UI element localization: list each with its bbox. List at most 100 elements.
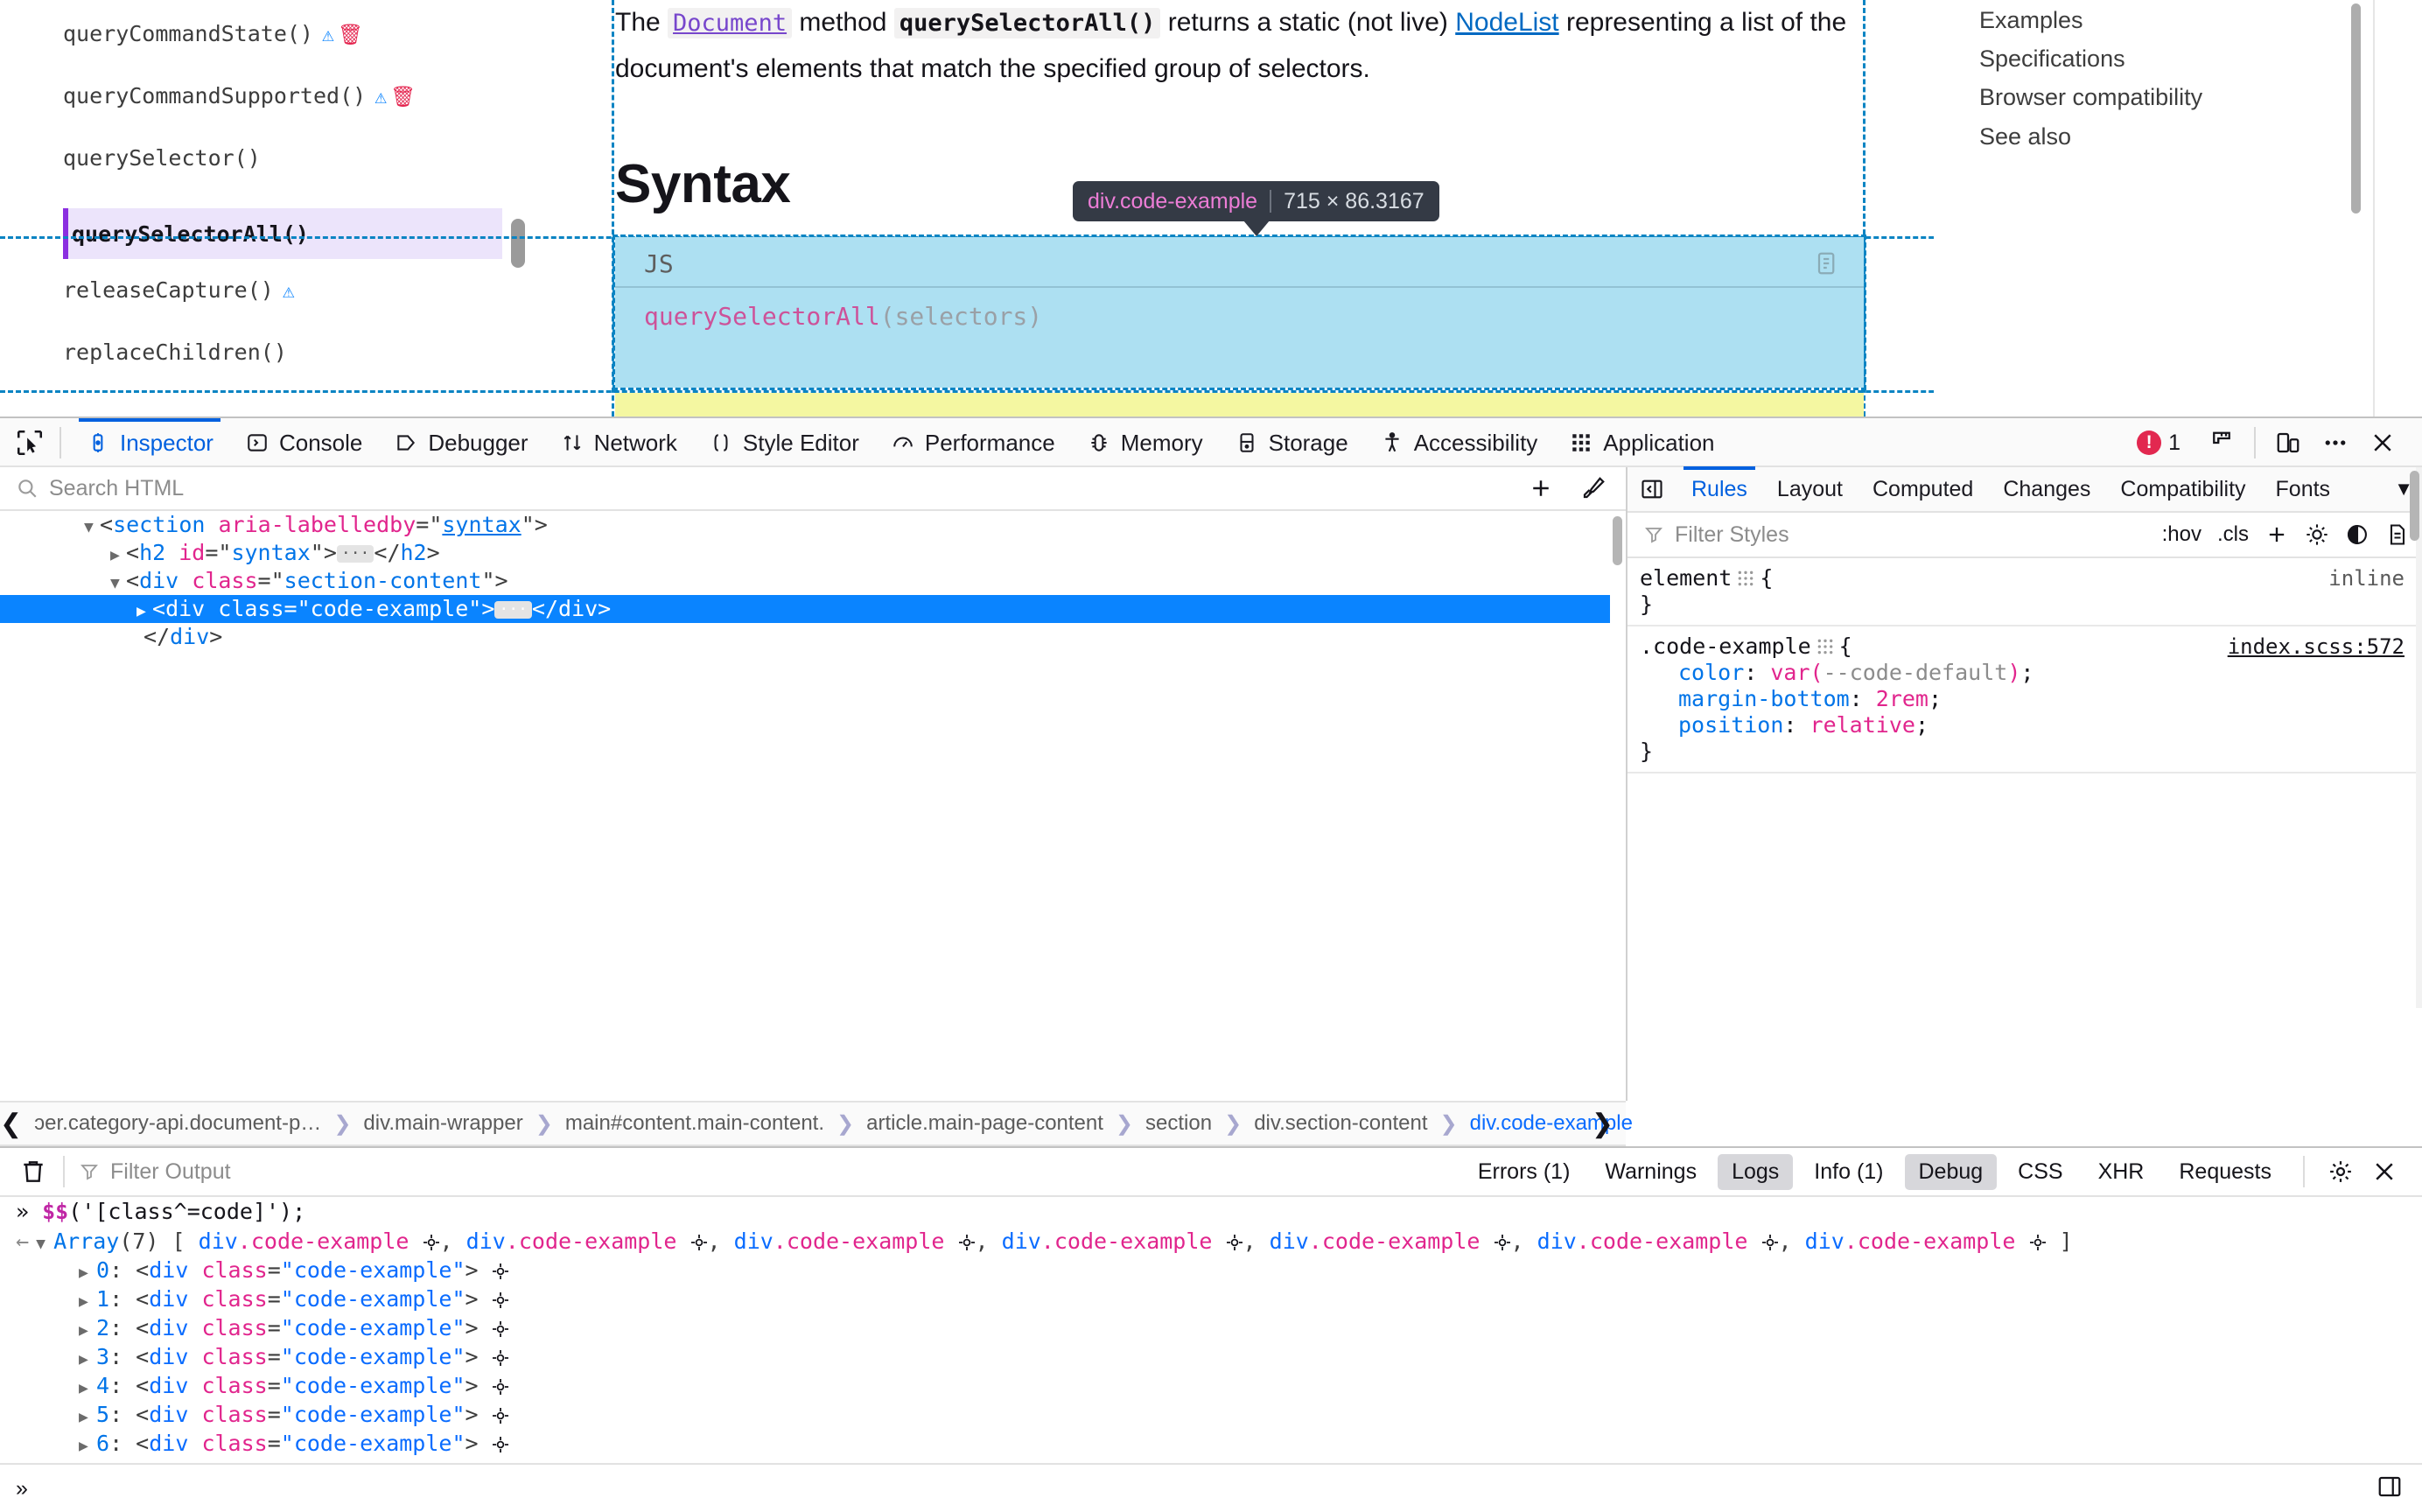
breadcrumb-item[interactable]: main#content.main-content. [553, 1111, 836, 1136]
console-filter-xhr[interactable]: XHR [2084, 1154, 2159, 1190]
markup-node[interactable]: ▶ <h2 id="syntax"> ··· </h2> [0, 539, 1610, 567]
breadcrumb-scroll-right-icon[interactable]: ❯ [1592, 1109, 1614, 1139]
inspect-target-icon[interactable] [1494, 1228, 1511, 1254]
responsive-design-mode-icon[interactable] [2264, 419, 2312, 466]
tab-application[interactable]: Application [1553, 418, 1730, 467]
clear-console-icon[interactable] [18, 1156, 49, 1187]
twisty-closed-icon[interactable]: ▶ [79, 1408, 96, 1426]
add-node-icon[interactable] [1528, 475, 1554, 501]
css-rule-source[interactable]: index.scss:572 [2228, 634, 2404, 660]
toc-link[interactable]: See also [1979, 123, 2071, 150]
close-devtools-icon[interactable] [2359, 419, 2406, 466]
result-node-class[interactable]: .code-example [506, 1228, 677, 1254]
console-filter-logs[interactable]: Logs [1718, 1153, 1794, 1190]
result-node-class[interactable]: .code-example [774, 1228, 945, 1254]
console-result-item[interactable]: ▶ 4: <div class="code-example"> [0, 1373, 2422, 1402]
sidebar-item[interactable]: queryCommandSupported() ⚠ 🗑 [63, 83, 416, 108]
toc-link[interactable]: Examples [1979, 7, 2083, 34]
html-search-bar[interactable]: Search HTML [0, 467, 1626, 511]
breadcrumb-item[interactable]: ɔer.category-api.document-p… [22, 1111, 333, 1136]
twisty-closed-icon[interactable]: ▶ [79, 1437, 96, 1455]
document-link[interactable]: Document [668, 8, 793, 38]
css-property-name[interactable]: color [1678, 660, 1744, 685]
tab-console[interactable]: Console [229, 418, 378, 467]
css-property-name[interactable]: position [1678, 712, 1783, 738]
light-mode-icon[interactable] [2305, 522, 2329, 547]
nodelist-link[interactable]: NodeList [1455, 8, 1558, 37]
console-editor-mode-icon[interactable] [2376, 1474, 2403, 1504]
twisty-closed-icon[interactable]: ▶ [79, 1321, 96, 1340]
console-filter-input[interactable]: Filter Output [110, 1159, 231, 1185]
console-result-item[interactable]: ▶ 1: <div class="code-example"> [0, 1286, 2422, 1315]
selector-highlighter-icon[interactable] [1732, 565, 1760, 591]
markup-scrollbar-thumb[interactable] [1613, 516, 1622, 565]
toc-link[interactable]: Specifications [1979, 46, 2125, 73]
sidebar-item[interactable]: replaceChildren() [63, 340, 287, 365]
tab-performance[interactable]: Performance [875, 418, 1071, 467]
class-toggle[interactable]: .cls [2217, 522, 2249, 547]
search-input[interactable]: Search HTML [49, 476, 184, 501]
sidebar-item[interactable]: releaseCapture() ⚠ [63, 277, 295, 303]
inspect-target-icon[interactable] [2029, 1228, 2047, 1254]
twisty-closed-icon[interactable]: ▶ [79, 1350, 96, 1368]
twisty-open-icon[interactable]: ▼ [36, 1235, 53, 1253]
css-selector[interactable]: .code-example [1640, 634, 1811, 659]
rules-tab-compatibility[interactable]: Compatibility [2105, 466, 2260, 512]
inspect-target-icon[interactable] [492, 1257, 509, 1283]
console-input-row[interactable]: » [0, 1463, 2422, 1512]
markup-node[interactable]: ▼ <section aria-labelledby="syntax"> [0, 511, 1610, 539]
sidebar-item-queryselectorall[interactable]: querySelectorAll() [72, 221, 309, 247]
toc-link[interactable]: Browser compatibility [1979, 84, 2202, 111]
inspect-target-icon[interactable] [690, 1228, 708, 1254]
console-result-item[interactable]: ▶ 6: <div class="code-example"> [0, 1431, 2422, 1460]
css-property-value[interactable]: relative [1810, 712, 1915, 738]
css-property-value[interactable]: 2rem [1876, 686, 1928, 711]
css-property-value[interactable]: var(--code-default) [1770, 660, 2020, 685]
tab-network[interactable]: Network [544, 418, 693, 467]
breadcrumb-item[interactable]: article.main-page-content [854, 1111, 1116, 1136]
styles-filter-bar[interactable]: Filter Styles :hov .cls [1628, 513, 2422, 558]
breadcrumb-item[interactable]: section [1133, 1111, 1224, 1136]
add-rule-icon[interactable] [2264, 522, 2289, 547]
css-rules-list[interactable]: element {inline} .code-example {index.scss:… [1628, 558, 2422, 1099]
result-node-tag[interactable]: div [1002, 1228, 1041, 1254]
twisty-closed-icon[interactable]: ▶ [79, 1292, 96, 1311]
rules-tab-computed[interactable]: Computed [1858, 466, 1988, 512]
twisty-closed-icon[interactable]: ▶ [79, 1264, 96, 1282]
tab-accessibility[interactable]: Accessibility [1364, 418, 1554, 467]
css-declaration[interactable]: position: relative; [1640, 712, 2422, 738]
result-node-tag[interactable]: div [1805, 1228, 1844, 1254]
console-filter[interactable]: Filter Output [79, 1159, 231, 1185]
result-node-class[interactable]: .code-example [1041, 1228, 1213, 1254]
result-node-class[interactable]: .code-example [1577, 1228, 1748, 1254]
css-rule[interactable]: .code-example{index.scss:572 color: var(-… [1628, 626, 2422, 774]
result-node-tag[interactable]: div [1270, 1228, 1309, 1254]
dark-mode-icon[interactable] [2345, 522, 2370, 547]
html-markup-view[interactable]: ▼ <section aria-labelledby="syntax"> ▶ <h2 … [0, 511, 1610, 646]
breadcrumb-item[interactable]: div.section-content [1242, 1111, 1439, 1136]
breadcrumb-scroll-left-icon[interactable]: ❮ [0, 1109, 22, 1139]
twisty-closed-icon[interactable]: ▶ [79, 1379, 96, 1397]
result-node-tag[interactable]: div [734, 1228, 774, 1254]
inspect-target-icon[interactable] [1761, 1228, 1779, 1254]
print-media-icon[interactable] [2385, 522, 2410, 547]
pseudo-class-toggle[interactable]: :hov [2162, 522, 2202, 547]
result-node-tag[interactable]: div [466, 1228, 506, 1254]
twisty-open-icon[interactable]: ▼ [110, 570, 126, 598]
inspect-target-icon[interactable] [958, 1228, 976, 1254]
inspect-target-icon[interactable] [492, 1373, 509, 1398]
rules-tab-fonts[interactable]: Fonts [2261, 466, 2346, 512]
responsive-ruler-icon[interactable] [2198, 419, 2245, 466]
css-selector[interactable]: element [1640, 565, 1732, 591]
eyedropper-icon[interactable] [1580, 475, 1606, 501]
collapse-pane-icon[interactable] [1628, 477, 1676, 501]
css-declaration[interactable]: margin-bottom: 2rem; [1640, 686, 2422, 712]
result-node-tag[interactable]: div [1537, 1228, 1577, 1254]
css-rule[interactable]: element {inline} [1628, 558, 2422, 626]
inspect-target-icon[interactable] [492, 1431, 509, 1456]
breadcrumb-item[interactable]: div.main-wrapper [351, 1111, 535, 1136]
twisty-closed-icon[interactable]: ▶ [136, 598, 152, 626]
console-filter-debug[interactable]: Debug [1904, 1153, 1998, 1190]
console-result-summary[interactable]: ← ▼ Array(7) [ div.code-example , div.code… [0, 1228, 2422, 1257]
inspect-target-icon[interactable] [492, 1402, 509, 1427]
